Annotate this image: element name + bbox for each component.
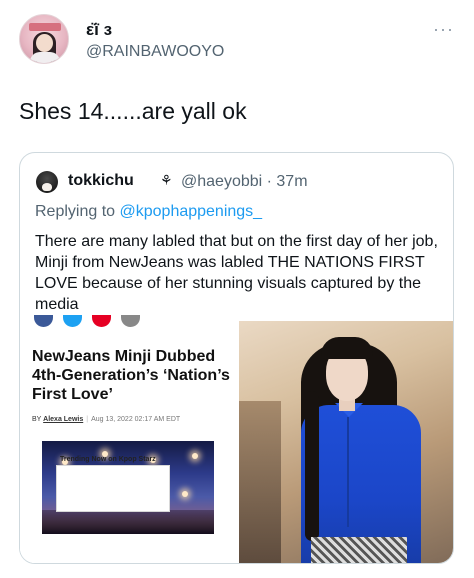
pinterest-share-icon <box>92 315 111 327</box>
stage-light <box>192 453 198 459</box>
author-handle[interactable]: @RAINBAWOOYO <box>86 43 224 61</box>
article-image: Trending Now on Kpop Starz <box>42 441 214 534</box>
minji-photo[interactable] <box>239 321 453 563</box>
replying-to-link[interactable]: @kpophappenings_ <box>120 203 263 220</box>
byline-author: Alexa Lewis <box>43 416 84 423</box>
flower-icon: ⚘ <box>160 172 173 188</box>
photo-bangs <box>321 337 373 359</box>
email-share-icon <box>121 315 140 327</box>
quoted-author-name[interactable]: tokkichu <box>68 172 134 190</box>
quoted-author-avatar[interactable] <box>36 171 58 193</box>
article-screenshot[interactable]: NewJeans Minji Dubbed 4th-Generation’s ‘… <box>20 315 239 563</box>
photo-background <box>239 401 281 563</box>
trending-text: Trending Now on Kpop Starz <box>60 456 156 463</box>
article-title: NewJeans Minji Dubbed 4th-Generation’s ‘… <box>32 348 230 403</box>
byline-prefix: BY <box>32 416 44 423</box>
photo-placket <box>347 417 349 527</box>
avatar-body <box>30 52 60 63</box>
replying-to: Replying to @kpophappenings_ <box>35 203 262 221</box>
stage-light <box>182 491 188 497</box>
quoted-handle-time: @haeyobbi · 37m <box>181 173 308 190</box>
tweet-header: ε̈ї з @RAINBAWOOYO ··· <box>0 0 474 80</box>
quoted-tweet-text: There are many labled that but on the fi… <box>35 233 438 313</box>
replying-prefix: Replying to <box>35 203 120 220</box>
byline-separator: | <box>86 416 89 423</box>
article-byline: BY Alexa Lewis | Aug 13, 2022 02:17 AM EDT <box>32 416 180 423</box>
author-display-name[interactable]: ε̈ї з <box>86 20 112 40</box>
facebook-share-icon <box>34 315 53 327</box>
tweet-text: Shes 14......are yall ok <box>19 98 247 124</box>
twitter-share-icon <box>63 315 82 327</box>
trending-overlay <box>56 465 170 512</box>
photo-hair-strand <box>305 391 319 541</box>
quoted-media[interactable]: NewJeans Minji Dubbed 4th-Generation’s ‘… <box>20 315 453 563</box>
byline-date: Aug 13, 2022 02:17 AM EDT <box>91 416 181 423</box>
photo-skirt <box>311 537 407 563</box>
more-horizontal-icon[interactable]: ··· <box>433 20 454 38</box>
author-avatar[interactable] <box>19 14 69 64</box>
quoted-tweet-card[interactable]: tokkichu ⚘ @haeyobbi · 37m Replying to @… <box>19 152 454 564</box>
crowd-silhouette <box>42 510 214 534</box>
avatar-face <box>36 34 53 52</box>
avatar-banner <box>29 23 61 31</box>
